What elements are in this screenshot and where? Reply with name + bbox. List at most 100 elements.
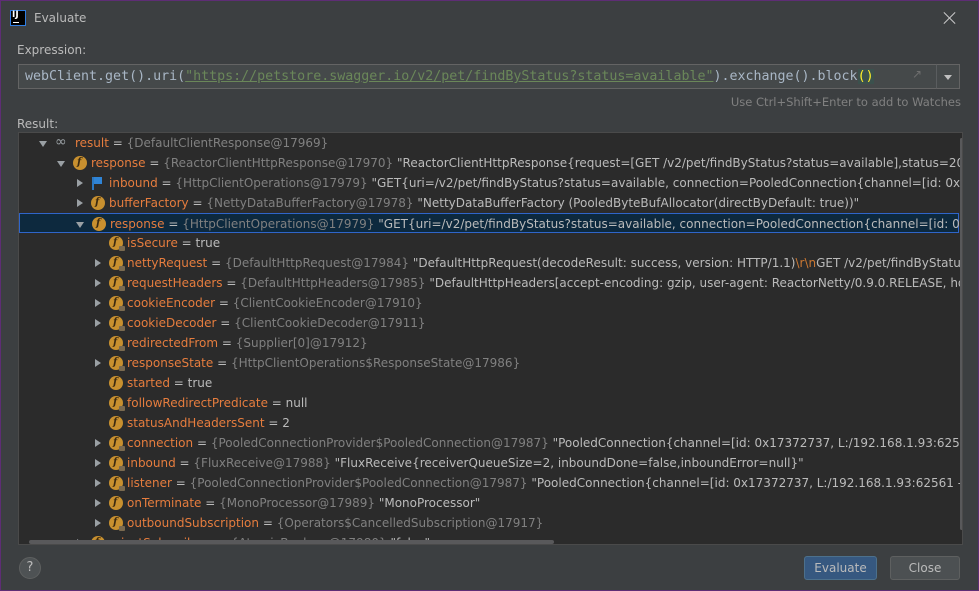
- close-icon[interactable]: [942, 10, 958, 26]
- result-label: Result:: [17, 117, 59, 131]
- watches-hint: Use Ctrl+Shift+Enter to add to Watches: [730, 95, 961, 109]
- variable-name: response: [110, 217, 165, 231]
- collapsed-arrow-icon[interactable]: [92, 273, 104, 293]
- variable-type-id: {ClientCookieDecoder@17911}: [234, 316, 426, 330]
- collapsed-arrow-icon[interactable]: [92, 433, 104, 453]
- collapsed-arrow-icon[interactable]: [92, 453, 104, 473]
- tree-row[interactable]: followRedirectPredicate = null: [19, 393, 959, 413]
- vertical-scrollbar[interactable]: [960, 133, 962, 544]
- evaluate-button[interactable]: Evaluate: [804, 556, 877, 580]
- private-field-icon: [109, 473, 125, 493]
- window-title: Evaluate: [34, 11, 87, 25]
- collapsed-arrow-icon[interactable]: [92, 473, 104, 493]
- tree-row[interactable]: connection = {PooledConnectionProvider$P…: [19, 433, 962, 453]
- tree-row[interactable]: statusAndHeadersSent = 2: [19, 413, 959, 433]
- tree-row[interactable]: cookieEncoder = {ClientCookieEncoder@179…: [19, 293, 959, 313]
- variable-name: outboundSubscription: [127, 516, 259, 530]
- tree-row[interactable]: requestHeaders = {DefaultHttpHeaders@179…: [19, 273, 962, 293]
- variable-type-id: {PooledConnectionProvider$PooledConnecti…: [189, 476, 528, 490]
- variable-value: "PooledConnection{channel=[id: 0x1737273…: [552, 436, 963, 450]
- tree-row-text: connection = {PooledConnectionProvider$P…: [127, 433, 963, 453]
- tree-row-text: isSecure = true: [127, 233, 220, 253]
- tree-row[interactable]: bufferFactory = {NettyDataBufferFactory@…: [19, 193, 959, 213]
- collapsed-arrow-icon[interactable]: [92, 493, 104, 513]
- title-bar[interactable]: Evaluate: [1, 1, 978, 35]
- variable-name: responseState: [127, 356, 214, 370]
- collapsed-arrow-icon[interactable]: [92, 513, 104, 533]
- variable-type-id: {NettyDataBufferFactory@17978}: [206, 196, 414, 210]
- tree-row[interactable]: nettyRequest = {DefaultHttpRequest@17984…: [19, 253, 962, 273]
- collapsed-arrow-icon[interactable]: [92, 293, 104, 313]
- tree-row[interactable]: inbound = {HttpClientOperations@17979} "…: [19, 173, 962, 193]
- collapsed-arrow-icon[interactable]: [74, 173, 86, 193]
- expanded-arrow-icon[interactable]: [38, 133, 50, 153]
- expanded-arrow-icon[interactable]: [56, 153, 68, 173]
- variable-type-id: {FluxReceive@17988}: [193, 456, 331, 470]
- collapsed-arrow-icon[interactable]: [92, 353, 104, 373]
- variable-name: response: [91, 156, 146, 170]
- tree-row[interactable]: response = {HttpClientOperations@17979} …: [19, 213, 962, 234]
- variable-value: "FluxReceive{receiverQueueSize=2, inboun…: [334, 456, 804, 470]
- expression-suffix: ).exchange().block: [713, 69, 858, 84]
- variable-name: inbound: [109, 176, 158, 190]
- private-field-icon: [109, 453, 125, 473]
- variable-name: cookieEncoder: [127, 296, 216, 310]
- private-field-icon: [109, 233, 125, 253]
- expand-editor-icon[interactable]: [912, 67, 924, 82]
- tree-row-text: redirectedFrom = {Supplier[0]@17912}: [127, 333, 368, 353]
- expression-input[interactable]: webClient.get().uri("https://petstore.sw…: [18, 64, 937, 89]
- private-field-icon: [109, 333, 125, 353]
- equals-sign: =: [145, 156, 164, 170]
- variable-name: statusAndHeadersSent: [127, 416, 265, 430]
- tree-row[interactable]: response = {ReactorClientHttpResponse@17…: [19, 153, 962, 173]
- close-button[interactable]: Close: [890, 556, 960, 580]
- tree-row-text: started = true: [127, 373, 212, 393]
- variable-value: "GET{uri=/v2/pet/findByStatus?status=ava…: [371, 176, 962, 190]
- tree-row[interactable]: redirectedFrom = {Supplier[0]@17912}: [19, 333, 959, 353]
- tree-row-text: outboundSubscription = {Operators$Cancel…: [127, 513, 543, 533]
- variable-name: listener: [127, 476, 172, 490]
- tree-row-text: response = {ReactorClientHttpResponse@17…: [91, 153, 962, 173]
- variable-type-id: {ReactorClientHttpResponse@17970}: [163, 156, 394, 170]
- collapsed-arrow-icon[interactable]: [92, 313, 104, 333]
- tree-row[interactable]: cookieDecoder = {ClientCookieDecoder@179…: [19, 313, 959, 333]
- variable-name: isSecure: [127, 236, 178, 250]
- tree-row[interactable]: listener = {PooledConnectionProvider$Poo…: [19, 473, 962, 493]
- vertical-scroll-thumb[interactable]: [960, 138, 962, 530]
- equals-sign: =: [169, 376, 188, 390]
- variable-type-id: {PooledConnectionProvider$PooledConnecti…: [210, 436, 549, 450]
- expression-text[interactable]: webClient.get().uri("https://petstore.sw…: [25, 69, 874, 84]
- intellij-app-icon: [10, 10, 26, 26]
- tree-row-text: statusAndHeadersSent = 2: [127, 413, 290, 433]
- expression-url[interactable]: "https://petstore.swagger.io/v2/pet/find…: [185, 69, 713, 84]
- tree-row[interactable]: responseState = {HttpClientOperations$Re…: [19, 353, 959, 373]
- collapsed-arrow-icon[interactable]: [74, 193, 86, 213]
- variable-name: redirectedFrom: [127, 336, 219, 350]
- field-icon: [91, 193, 105, 213]
- help-button[interactable]: ?: [19, 557, 41, 579]
- tree-row[interactable]: isSecure = true: [19, 233, 959, 253]
- tree-row[interactable]: started = true: [19, 373, 959, 393]
- tree-row[interactable]: result = {DefaultClientResponse@17969}: [19, 133, 959, 153]
- variable-value: null: [285, 396, 308, 410]
- expression-history-dropdown[interactable]: [936, 64, 960, 89]
- collapsed-arrow-icon[interactable]: [92, 253, 104, 273]
- result-tree[interactable]: result = {DefaultClientResponse@17969}re…: [18, 132, 963, 545]
- equals-sign: =: [171, 476, 190, 490]
- variable-name: nettyRequest: [127, 256, 208, 270]
- variable-name: onTerminate: [127, 496, 202, 510]
- equals-sign: =: [177, 236, 196, 250]
- tree-row[interactable]: onTerminate = {MonoProcessor@17989} "Mon…: [19, 493, 959, 513]
- variable-name: followRedirectPredicate: [127, 396, 268, 410]
- variable-name: result: [75, 136, 109, 150]
- tree-row-text: listener = {PooledConnectionProvider$Poo…: [127, 473, 962, 493]
- field-icon: [73, 153, 87, 173]
- tree-row[interactable]: inbound = {FluxReceive@17988} "FluxRecei…: [19, 453, 959, 473]
- variable-type-id: {HttpClientOperations@17979}: [182, 217, 375, 231]
- variable-type-id: {Operators$CancelledSubscription@17917}: [276, 516, 544, 530]
- variable-type-id: {DefaultHttpRequest@17984}: [224, 256, 410, 270]
- tree-row[interactable]: outboundSubscription = {Operators$Cancel…: [19, 513, 959, 533]
- horizontal-scroll-thumb[interactable]: [29, 540, 554, 544]
- expanded-arrow-icon[interactable]: [75, 214, 87, 234]
- watch-result-icon: [55, 133, 71, 153]
